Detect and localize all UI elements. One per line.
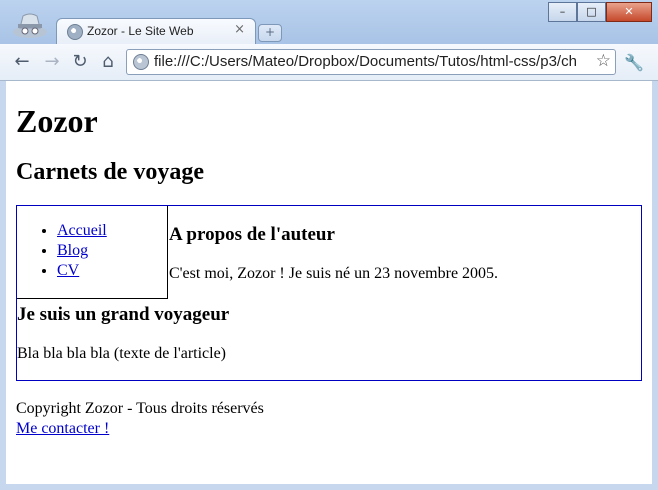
globe-icon — [67, 24, 83, 40]
aside-text: C'est moi, Zozor ! Je suis né un 23 nove… — [169, 265, 499, 282]
main-section: Accueil Blog CV A propos de l'auteur C'e… — [16, 205, 642, 381]
contact-link[interactable]: Me contacter ! — [16, 420, 109, 437]
new-tab-button[interactable]: + — [258, 24, 282, 42]
article-title: Je suis un grand voyageur — [17, 304, 230, 325]
tab-zozor[interactable]: Zozor - Le Site Web × — [56, 18, 256, 45]
nav-item: CV — [57, 261, 107, 281]
site-title: Zozor — [16, 103, 98, 139]
page-icon — [133, 54, 149, 70]
address-bar[interactable]: file:///C:/Users/Mateo/Dropbox/Documents… — [126, 49, 616, 75]
article-text: Bla bla bla bla (texte de l'article) — [17, 345, 227, 362]
forward-arrow-icon[interactable]: → — [42, 52, 62, 72]
reload-icon[interactable]: ↻ — [70, 52, 90, 72]
address-text[interactable]: file:///C:/Users/Mateo/Dropbox/Documents… — [154, 53, 594, 70]
maximize-button[interactable]: □ — [577, 2, 606, 22]
copyright-text: Copyright Zozor - Tous droits réservés — [16, 400, 264, 417]
nav-list: Accueil Blog CV — [57, 221, 107, 281]
nav-link-blog[interactable]: Blog — [57, 242, 88, 259]
nav-link-cv[interactable]: CV — [57, 262, 79, 279]
title-bar: Zozor - Le Site Web × + – □ ✕ — [0, 0, 658, 45]
back-arrow-icon[interactable]: ← — [12, 52, 32, 72]
close-button[interactable]: ✕ — [606, 2, 652, 22]
window-controls: – □ ✕ — [548, 2, 652, 22]
window-bottom-border — [0, 484, 658, 490]
browser-window: Zozor - Le Site Web × + – □ ✕ ← → ↻ ⌂ fi… — [0, 0, 658, 490]
nav-item: Accueil — [57, 221, 107, 241]
minimize-button[interactable]: – — [548, 2, 577, 22]
nav-item: Blog — [57, 241, 107, 261]
site-subtitle: Carnets de voyage — [16, 159, 204, 185]
incognito-icon — [13, 13, 47, 38]
tab-close-icon[interactable]: × — [234, 22, 245, 37]
footer: Copyright Zozor - Tous droits réservés M… — [16, 399, 264, 439]
home-icon[interactable]: ⌂ — [98, 52, 118, 72]
nav-menu: Accueil Blog CV — [17, 206, 168, 299]
aside-title: A propos de l'auteur — [169, 224, 335, 245]
bookmark-star-icon[interactable]: ☆ — [596, 51, 611, 71]
page-viewport: Zozor Carnets de voyage Accueil Blog CV … — [6, 81, 652, 484]
wrench-icon[interactable]: 🔧 — [624, 53, 644, 72]
browser-toolbar: ← → ↻ ⌂ file:///C:/Users/Mateo/Dropbox/D… — [0, 44, 658, 81]
nav-link-accueil[interactable]: Accueil — [57, 222, 107, 239]
tab-title: Zozor - Le Site Web — [87, 24, 194, 38]
